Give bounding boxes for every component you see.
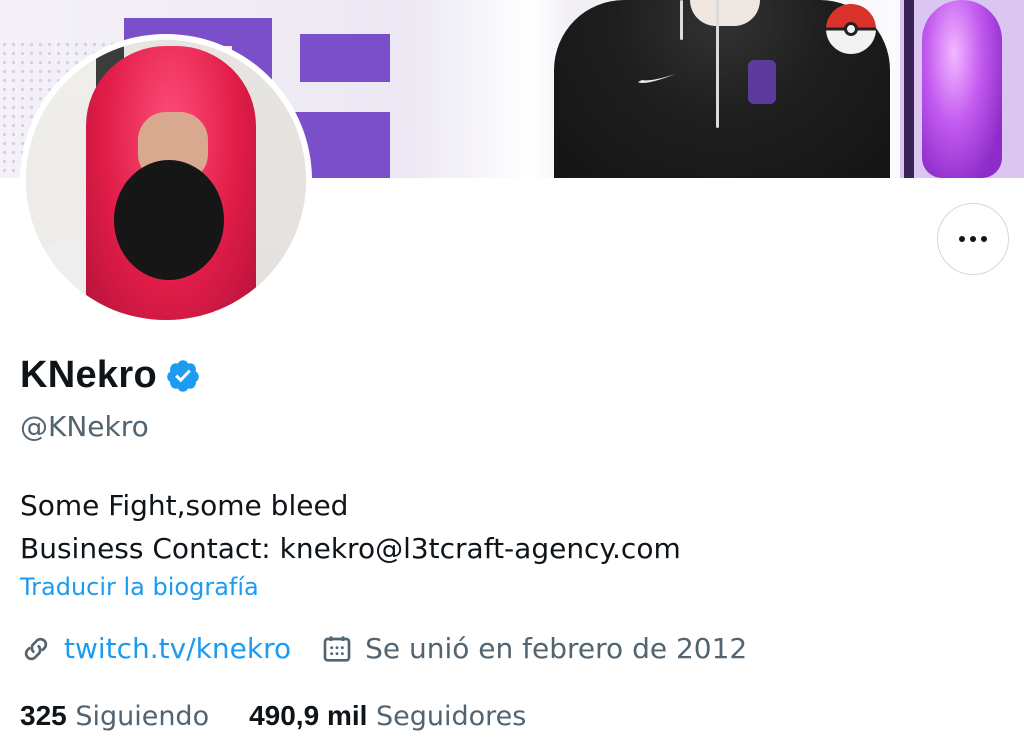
link-icon: [24, 637, 48, 660]
profile-name-row: KNekro: [20, 354, 201, 397]
profile-bio: Some Fight,some bleed Business Contact: …: [20, 484, 681, 570]
followers-stat[interactable]: 490,9 mil Seguidores: [249, 700, 526, 732]
profile-handle: @KNekro: [20, 410, 149, 443]
bio-line: Business Contact: knekro@l3tcraft-agency…: [20, 532, 681, 565]
banner-purple-figure: [922, 0, 1002, 178]
translate-bio-link[interactable]: Traducir la biografía: [20, 573, 259, 601]
following-count: 325: [20, 700, 67, 731]
more-options-icon: [981, 236, 987, 242]
team-logo-icon: [748, 60, 776, 104]
following-stat[interactable]: 325 Siguiendo: [20, 700, 209, 732]
followers-count: 490,9 mil: [249, 700, 368, 731]
verified-badge-icon[interactable]: [165, 358, 201, 394]
followers-label: Seguidores: [376, 701, 527, 732]
joined-date: Se unió en febrero de 2012: [365, 632, 748, 665]
banner-purple-shape: [300, 34, 390, 82]
banner-frame: [904, 0, 914, 178]
profile-stats: 325 Siguiendo 490,9 mil Seguidores: [20, 700, 526, 732]
profile-avatar[interactable]: [20, 34, 312, 326]
calendar-icon: [323, 635, 351, 662]
website-link[interactable]: twitch.tv/knekro: [64, 632, 291, 665]
nike-swoosh-icon: [638, 74, 676, 83]
more-options-icon: [959, 236, 965, 242]
more-options-button[interactable]: [937, 203, 1009, 275]
avatar-gloves: [114, 160, 224, 280]
avatar-photo: [26, 40, 306, 320]
profile-meta-row: twitch.tv/knekro Se unió en febrero de 2…: [20, 632, 747, 665]
following-label: Siguiendo: [75, 701, 210, 732]
more-options-icon: [970, 236, 976, 242]
display-name: KNekro: [20, 354, 157, 396]
hoodie-string: [680, 0, 683, 40]
pokeball-icon: [826, 4, 876, 54]
hoodie-string: [716, 0, 719, 128]
bio-line: Some Fight,some bleed: [20, 489, 349, 522]
